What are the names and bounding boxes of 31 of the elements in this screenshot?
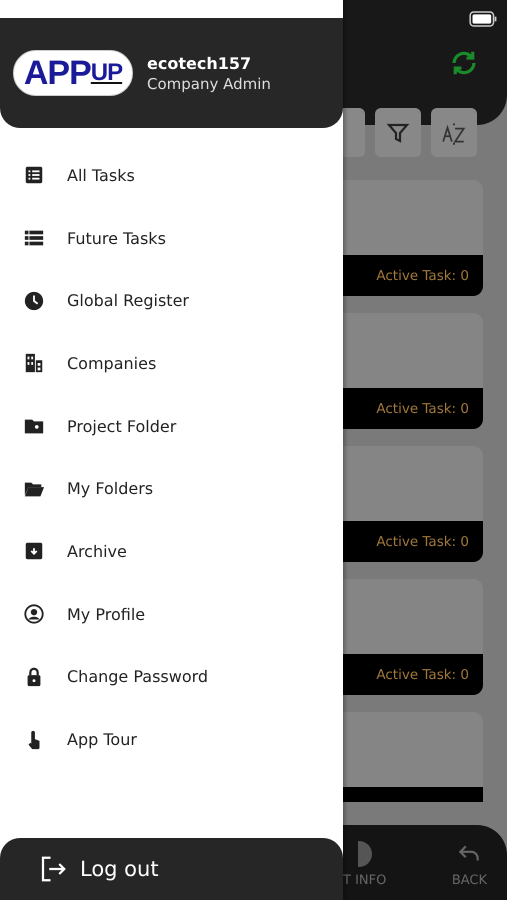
menu-item[interactable]: My Folders <box>67 479 154 498</box>
menu-item[interactable]: Companies <box>67 354 156 373</box>
list-icon <box>23 164 45 186</box>
menu-item[interactable]: All Tasks <box>67 166 135 185</box>
task-card[interactable]: Active Task: 0 <box>343 579 483 695</box>
clock-icon <box>23 290 45 312</box>
building-icon <box>23 352 45 374</box>
search-field[interactable] <box>343 108 365 157</box>
menu-item[interactable]: Global Register <box>67 291 189 310</box>
archive-icon <box>23 540 45 562</box>
task-card[interactable]: Active Task: 0 <box>343 313 483 429</box>
menu-item[interactable]: Project Folder <box>67 416 176 436</box>
sort-button[interactable] <box>431 108 477 157</box>
active-task-count: Active Task: 0 <box>376 534 469 550</box>
menu-item[interactable]: Future Tasks <box>67 228 166 248</box>
active-task-count: Active Task: 0 <box>376 400 469 416</box>
menu-item[interactable]: App Tour <box>67 730 137 750</box>
task-card[interactable] <box>343 712 483 802</box>
menu-item[interactable]: Change Password <box>67 667 208 686</box>
task-card[interactable]: Active Task: 0 <box>343 180 483 296</box>
logout-button[interactable]: Log out <box>0 838 343 900</box>
user-role: Company Admin <box>147 74 271 92</box>
app-logo: APPUP <box>13 50 133 96</box>
username: ecotech157 <box>147 54 252 72</box>
active-task-count: Active Task: 0 <box>376 666 469 682</box>
menu-item[interactable]: My Profile <box>67 604 146 624</box>
user-icon <box>23 603 45 626</box>
task-card[interactable]: Active Task: 0 <box>343 446 483 562</box>
filter-button[interactable] <box>375 108 421 157</box>
menu-item[interactable]: Archive <box>67 542 127 561</box>
active-task-count: Active Task: 0 <box>376 268 469 284</box>
